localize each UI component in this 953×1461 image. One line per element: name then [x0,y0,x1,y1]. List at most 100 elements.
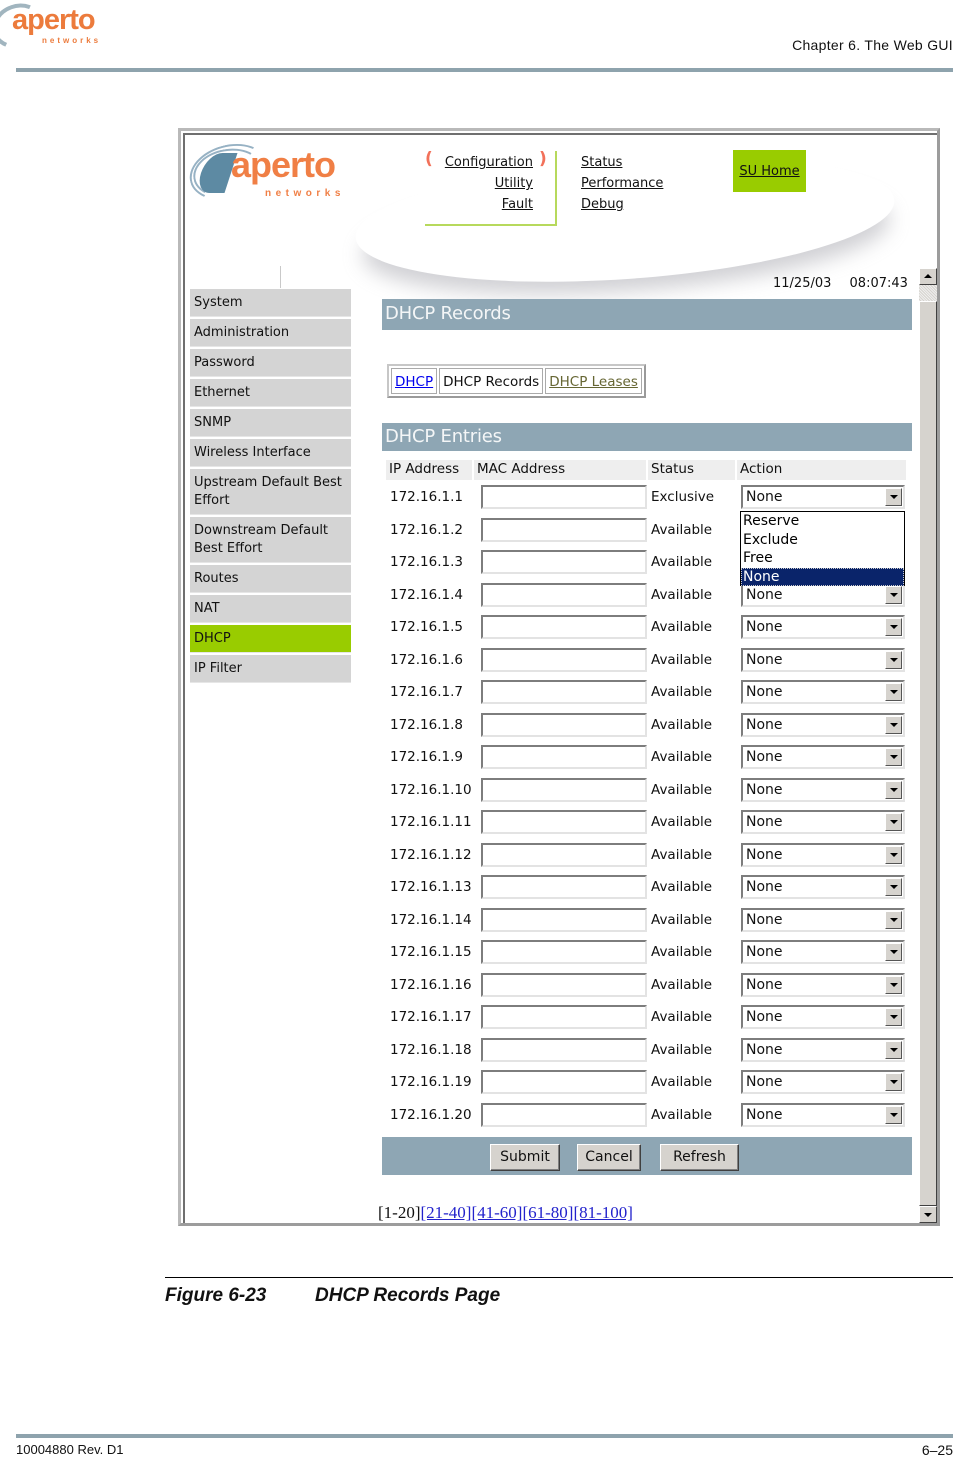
action-select[interactable]: None [741,907,905,932]
scroll-down-arrow-icon[interactable] [919,1206,937,1223]
mac-address-input[interactable] [481,907,647,932]
mac-address-input[interactable] [481,1037,647,1062]
menu-performance[interactable]: Performance [581,173,663,194]
scroll-thumb[interactable] [919,301,937,1206]
action-select[interactable]: None [741,582,905,607]
pager-link-41-60[interactable]: [41-60] [471,1203,522,1222]
table-row: 172.16.1.6 Available None [386,645,906,678]
chevron-down-icon[interactable] [885,650,902,669]
action-select[interactable]: None [741,842,905,867]
chevron-down-icon[interactable] [885,845,902,864]
chevron-down-icon[interactable] [885,1040,902,1059]
action-select[interactable]: None [741,712,905,737]
action-select[interactable]: None [741,875,905,899]
action-select[interactable]: None [741,485,905,509]
mac-address-input[interactable] [481,972,647,997]
mac-address-input[interactable] [481,680,647,704]
chevron-down-icon[interactable] [885,878,902,896]
table-row: 172.16.1.19 Available None [386,1067,906,1100]
mac-address-input[interactable] [481,1070,647,1094]
chevron-down-icon[interactable] [885,780,902,799]
cancel-button[interactable]: Cancel [577,1144,641,1171]
status-cell: Available [651,911,713,928]
mac-address-input[interactable] [481,842,647,867]
chevron-down-icon[interactable] [885,618,902,636]
mac-address-input[interactable] [481,875,647,899]
tab-dhcp-records[interactable]: DHCP Records [439,368,544,394]
chevron-down-icon[interactable] [885,1008,902,1026]
menu-utility[interactable]: Utility [425,173,533,194]
sidebar-item-password[interactable]: Password [190,349,351,377]
sidebar-item-upstream-default-best-effort[interactable]: Upstream Default Best Effort [190,469,351,515]
pager-link-61-80[interactable]: [61-80] [522,1203,573,1222]
mac-address-input[interactable] [481,745,647,769]
chevron-down-icon[interactable] [885,813,902,831]
sidebar-item-dhcp[interactable]: DHCP [190,625,351,653]
dropdown-option-exclude[interactable]: Exclude [741,531,904,550]
chevron-down-icon[interactable] [885,1105,902,1124]
pagination: [1-20][21-40][41-60][61-80][81-100] [378,1203,633,1223]
sidebar-item-snmp[interactable]: SNMP [190,409,351,437]
sidebar-item-nat[interactable]: NAT [190,595,351,623]
mac-address-input[interactable] [481,1005,647,1029]
mac-address-input[interactable] [481,712,647,737]
scroll-up-arrow-icon[interactable] [919,268,937,285]
submit-button[interactable]: Submit [490,1144,560,1171]
chevron-down-icon[interactable] [885,975,902,994]
action-select[interactable]: None [741,940,905,964]
status-cell: Available [651,1074,713,1090]
mac-address-input[interactable] [481,550,647,574]
mac-address-input[interactable] [481,582,647,607]
action-select[interactable]: None [741,745,905,769]
sidebar-item-system[interactable]: System [190,289,351,317]
action-select[interactable]: None [741,1037,905,1062]
mac-address-input[interactable] [481,647,647,672]
mac-address-input[interactable] [481,940,647,964]
vertical-scrollbar[interactable] [919,268,937,1223]
action-select[interactable]: None [741,647,905,672]
chevron-down-icon[interactable] [885,488,902,506]
chevron-down-icon[interactable] [885,715,902,734]
pager-link-81-100[interactable]: [81-100] [573,1203,632,1222]
menu-debug[interactable]: Debug [581,194,663,215]
chevron-down-icon[interactable] [885,683,902,701]
menu-status[interactable]: Status [581,152,663,173]
mac-address-input[interactable] [481,615,647,639]
mac-address-input[interactable] [481,810,647,834]
mac-address-input[interactable] [481,777,647,802]
mac-address-input[interactable] [481,517,647,542]
tab-dhcp[interactable]: DHCP [391,368,438,394]
dropdown-option-reserve[interactable]: Reserve [741,512,904,531]
action-select[interactable]: None [741,1102,905,1127]
chevron-down-icon[interactable] [885,1073,902,1091]
sidebar-item-downstream-default-best-effort[interactable]: Downstream Default Best Effort [190,517,351,563]
dropdown-option-free[interactable]: Free [741,549,904,568]
sidebar-item-wireless-interface[interactable]: Wireless Interface [190,439,351,467]
action-select[interactable]: None [741,1005,905,1029]
mac-address-input[interactable] [481,485,647,509]
tab-dhcp-leases[interactable]: DHCP Leases [545,368,642,394]
action-select[interactable]: None [741,680,905,704]
action-select-value: None [746,716,783,733]
mac-address-input[interactable] [481,1102,647,1127]
sidebar-item-administration[interactable]: Administration [190,319,351,347]
menu-fault[interactable]: Fault [425,194,533,215]
chevron-down-icon[interactable] [885,943,902,961]
su-home-button[interactable]: SU Home [733,150,806,192]
pager-link-21-40[interactable]: [21-40] [420,1203,471,1222]
chevron-down-icon[interactable] [885,748,902,766]
sidebar-item-ethernet[interactable]: Ethernet [190,379,351,407]
chevron-down-icon[interactable] [885,585,902,604]
action-select[interactable]: None [741,615,905,639]
action-select[interactable]: None [741,1070,905,1094]
chevron-down-icon[interactable] [885,910,902,929]
sidebar-item-routes[interactable]: Routes [190,565,351,593]
action-select[interactable]: None [741,777,905,802]
sidebar-item-ip-filter[interactable]: IP Filter [190,655,351,683]
refresh-button[interactable]: Refresh [660,1144,739,1171]
dropdown-option-none[interactable]: None [741,567,904,586]
menu-configuration[interactable]: Configuration [425,152,533,173]
scroll-track[interactable] [919,285,937,301]
action-select[interactable]: None [741,972,905,997]
action-select[interactable]: None [741,810,905,834]
